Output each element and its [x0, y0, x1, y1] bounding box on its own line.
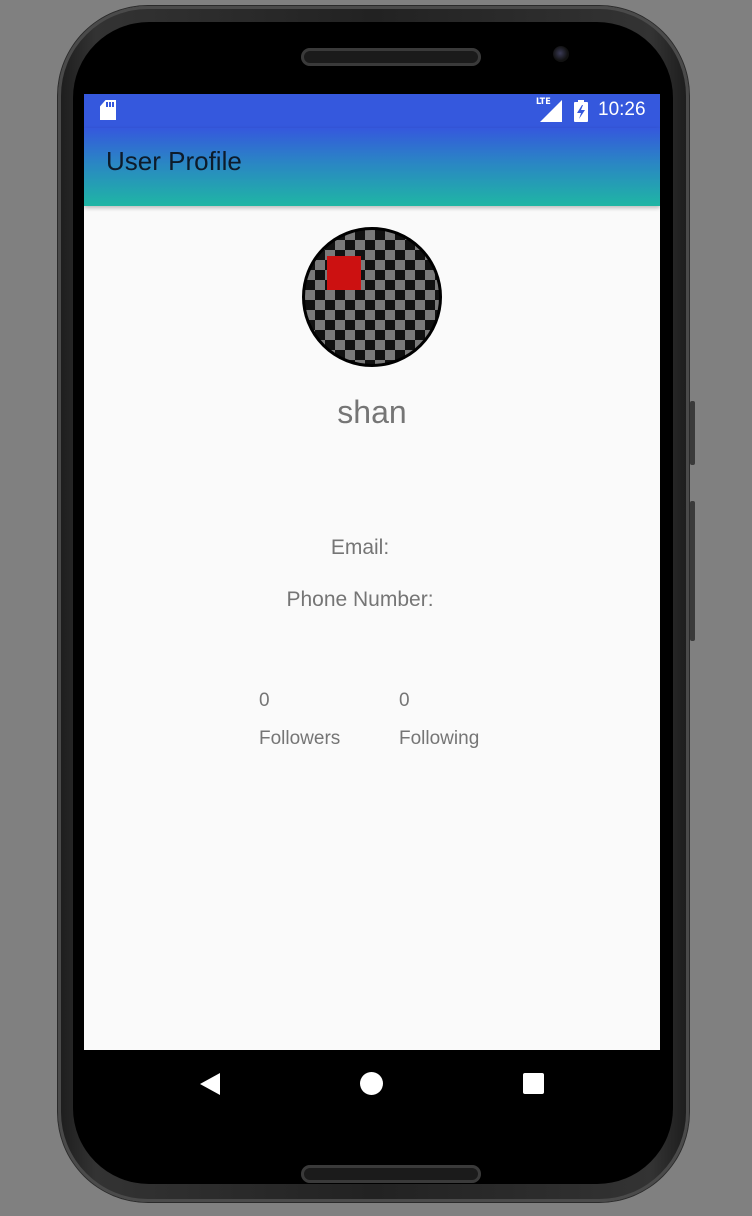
signal-icon — [540, 100, 562, 122]
page-title: User Profile — [106, 146, 242, 176]
navigation-bar — [84, 1050, 663, 1120]
followers-label: Followers — [259, 728, 341, 749]
email-label: Email: — [330, 536, 390, 559]
home-icon[interactable] — [360, 1072, 383, 1095]
phone-number-label: Phone Number: — [286, 588, 434, 611]
status-time: 10:26 — [598, 99, 646, 120]
followers-count: 0 — [259, 690, 270, 711]
bottom-speaker — [301, 1165, 481, 1183]
volume-button[interactable] — [690, 501, 695, 641]
top-speaker — [301, 48, 481, 66]
front-camera — [553, 46, 569, 62]
status-bar: LTE 10:26 — [84, 94, 660, 128]
back-icon[interactable] — [200, 1073, 220, 1095]
sd-card-icon — [100, 100, 116, 120]
avatar-accent — [327, 256, 361, 290]
app-bar: User Profile — [84, 128, 660, 206]
power-button[interactable] — [690, 401, 695, 465]
following-count: 0 — [399, 690, 410, 711]
username: shan — [337, 394, 407, 430]
battery-charging-icon — [574, 100, 588, 122]
recent-apps-icon[interactable] — [523, 1073, 544, 1094]
avatar[interactable] — [302, 227, 442, 367]
app-screen: LTE 10:26 User Profile shan Email: Phone… — [84, 94, 660, 1050]
following-label: Following — [399, 728, 480, 749]
